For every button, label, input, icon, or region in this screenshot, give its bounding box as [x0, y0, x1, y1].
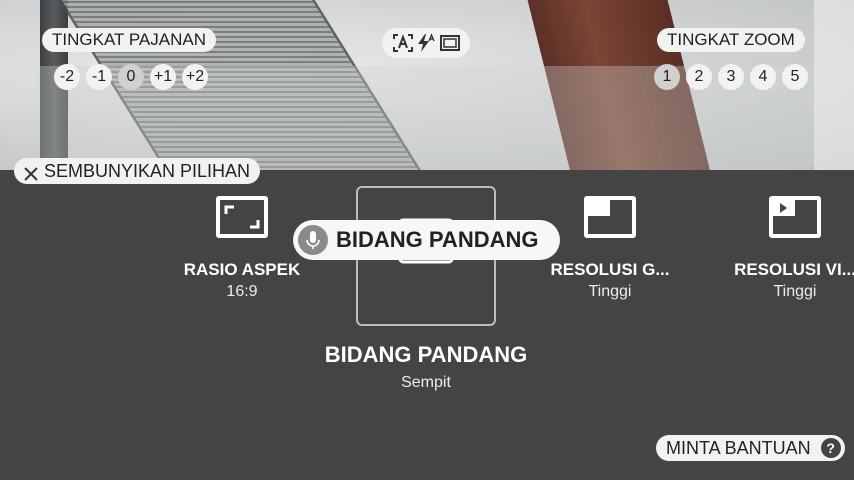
- zoom-level-1[interactable]: 1: [654, 64, 680, 90]
- zoom-label: TINGKAT ZOOM: [657, 28, 805, 52]
- option-label: RESOLUSI VI...: [734, 260, 854, 279]
- auto-mode-icon[interactable]: [392, 33, 414, 53]
- selected-option-title: BIDANG PANDANG: [324, 342, 528, 367]
- hide-options-button[interactable]: SEMBUNYIKAN PILIHAN: [14, 158, 261, 184]
- exposure-level-plus2[interactable]: +2: [182, 64, 208, 90]
- hide-options-label: SEMBUNYIKAN PILIHAN: [44, 161, 251, 181]
- exposure-level-0[interactable]: 0: [118, 64, 144, 90]
- option-value: 16:9: [226, 283, 258, 300]
- exposure-level-minus1[interactable]: -1: [86, 64, 112, 90]
- image-resolution-icon: [582, 194, 638, 240]
- selected-option-value: Sempit: [401, 374, 451, 391]
- zoom-level-4[interactable]: 4: [750, 64, 776, 90]
- exposure-level-minus2[interactable]: -2: [54, 64, 80, 90]
- help-button[interactable]: MINTA BANTUAN ?: [656, 435, 845, 461]
- exposure-label: TINGKAT PAJANAN: [42, 28, 216, 52]
- aspect-ratio-icon: [214, 194, 270, 240]
- option-label: RESOLUSI G...: [550, 260, 670, 279]
- option-label: RASIO ASPEK: [183, 260, 301, 279]
- question-icon: ?: [820, 438, 841, 458]
- exposure-level-plus1[interactable]: +1: [150, 64, 176, 90]
- option-video-resolution[interactable]: RESOLUSI VI... Tinggi: [720, 194, 854, 301]
- video-resolution-icon: [767, 194, 823, 240]
- option-value: Tinggi: [773, 283, 817, 300]
- help-label: MINTA BANTUAN: [666, 438, 811, 458]
- voice-command-text: BIDANG PANDANG: [336, 227, 539, 252]
- camera-mode-toggles: [382, 28, 470, 58]
- zoom-level-2[interactable]: 2: [686, 64, 712, 90]
- zoom-level-5[interactable]: 5: [782, 64, 808, 90]
- voice-command-indicator: BIDANG PANDANG: [293, 220, 560, 260]
- viewfinder-edge: [814, 0, 854, 170]
- option-value: Tinggi: [588, 283, 632, 300]
- close-icon: [23, 163, 39, 181]
- zoom-level-3[interactable]: 3: [718, 64, 744, 90]
- microphone-icon: [298, 225, 328, 255]
- flash-auto-icon[interactable]: [416, 33, 436, 53]
- viewfinder-frame-icon[interactable]: [440, 33, 460, 53]
